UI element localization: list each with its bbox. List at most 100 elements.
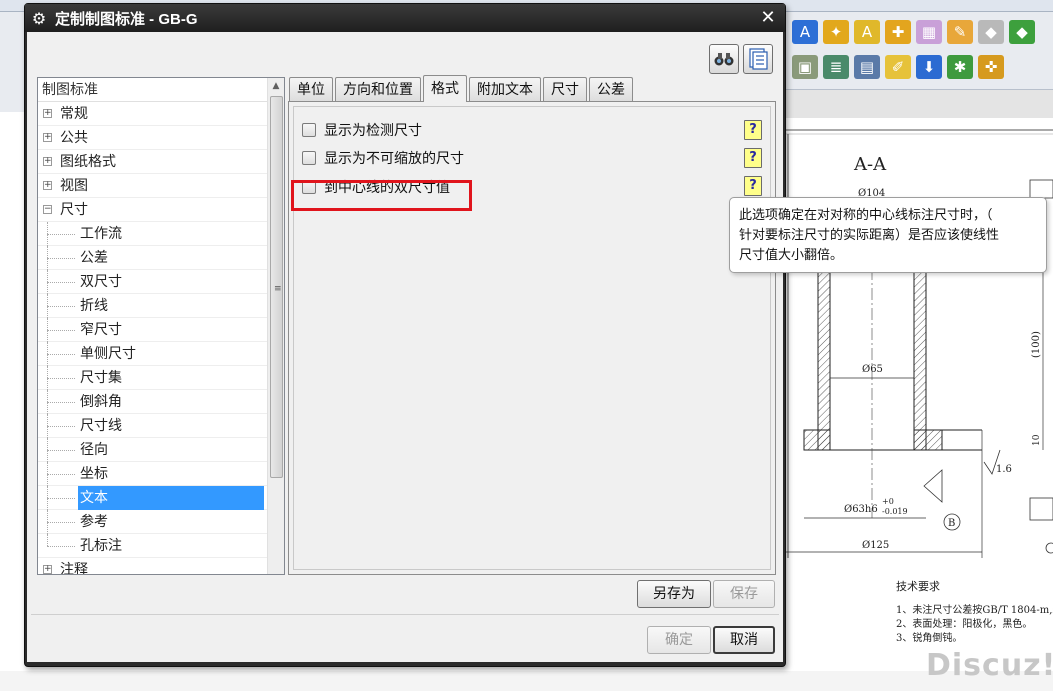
tree-child-radial[interactable]: 径向 — [38, 438, 268, 462]
option-label: 显示为检测尺寸 — [324, 123, 422, 139]
tol-lower-label: -0.019 — [882, 507, 908, 516]
save-as-button[interactable]: 另存为 — [637, 580, 711, 608]
toolbar-row-1: A ✦ A ✚ ▦ ✎ ◆ ◆ — [792, 17, 1035, 47]
stack-icon[interactable]: ≣ — [823, 55, 849, 79]
tree-child-narrow-dimension[interactable]: 窄尺寸 — [38, 318, 268, 342]
tree-child-reference[interactable]: 参考 — [38, 510, 268, 534]
tree-child-coordinate[interactable]: 坐标 — [38, 462, 268, 486]
inspection-checkbox[interactable] — [302, 123, 316, 137]
tab-format[interactable]: 格式 — [423, 75, 467, 102]
table-icon[interactable]: ▦ — [916, 20, 942, 44]
tech-req-title: 技术要求 — [896, 580, 940, 593]
tech-req-line-2: 2、表面处理：阳极化，黑色。 — [896, 619, 1033, 630]
tree-child-label: 双尺寸 — [80, 274, 122, 290]
tree-child-label: 尺寸集 — [80, 370, 122, 386]
collapse-icon[interactable]: − — [43, 205, 52, 214]
option-inspection-dimension[interactable]: 显示为检测尺寸 — [302, 119, 422, 141]
database-icon[interactable]: ▤ — [854, 55, 880, 79]
tree-item-common[interactable]: + 公共 — [38, 126, 268, 150]
expand-icon[interactable]: + — [43, 133, 52, 142]
option-dual-dimension-to-centerline[interactable]: 到中心线的双尺寸值 — [302, 176, 450, 198]
note-icon[interactable]: A — [854, 20, 880, 44]
option-label: 显示为不可缩放的尺寸 — [324, 151, 464, 167]
tree-child-break-line[interactable]: 折线 — [38, 294, 268, 318]
tech-req-line-3: 3、锐角倒钝。 — [896, 633, 963, 644]
tree-child-dual-dimension[interactable]: 双尺寸 — [38, 270, 268, 294]
tree-item-annotation[interactable]: + 注释 — [38, 558, 268, 574]
datum-label: B — [948, 518, 955, 529]
brush-icon[interactable]: ✱ — [947, 55, 973, 79]
tree-item-label: 尺寸 — [60, 202, 88, 218]
tooltip-line-2: 针对要标注尺寸的实际距离）是否应该使线性 — [739, 228, 1000, 243]
tree-child-dimension-line[interactable]: 尺寸线 — [38, 414, 268, 438]
dialog-body: 制图标准 + 常规 + 公共 + 图纸格式 + 视图 − 尺寸 工作流 公差 双尺寸 折线… — [27, 32, 783, 662]
pin-icon[interactable]: ⬇ — [916, 55, 942, 79]
tree-child-label: 参考 — [80, 514, 108, 530]
annotation-icon[interactable]: ✚ — [885, 20, 911, 44]
tree-child-label: 倒斜角 — [80, 394, 122, 410]
close-button[interactable]: ✕ — [757, 7, 779, 29]
tree-scrollbar[interactable]: ▲ ≡ — [267, 78, 284, 574]
option-non-scalable-dimension[interactable]: 显示为不可缩放的尺寸 — [302, 147, 464, 169]
dim-fit-label: Ø63h6 — [844, 504, 878, 515]
tol-upper-label: +0 — [882, 497, 894, 506]
measure-icon[interactable]: ✜ — [978, 55, 1004, 79]
expand-icon[interactable]: + — [43, 181, 52, 190]
tree-item-general[interactable]: + 常规 — [38, 102, 268, 126]
scroll-up-arrow-icon[interactable]: ▲ — [268, 78, 284, 95]
cancel-button[interactable]: 取消 — [713, 626, 775, 654]
help-icon[interactable]: ? — [744, 148, 762, 168]
tree-child-hole-callout[interactable]: 孔标注 — [38, 534, 268, 558]
tree-child-workflow[interactable]: 工作流 — [38, 222, 268, 246]
tree-item-label: 视图 — [60, 178, 88, 194]
format-tab-panel: 显示为检测尺寸 ? 显示为不可缩放的尺寸 ? 到中心线的双尺寸值 ? — [288, 101, 776, 575]
standards-tree[interactable]: 制图标准 + 常规 + 公共 + 图纸格式 + 视图 − 尺寸 工作流 公差 双尺寸 折线… — [37, 77, 285, 575]
tree-item-label: 图纸格式 — [60, 154, 116, 170]
non-scalable-checkbox[interactable] — [302, 151, 316, 165]
ok-button[interactable]: 确定 — [647, 626, 711, 654]
tree-header: 制图标准 — [38, 78, 284, 102]
symbol-icon[interactable]: ✦ — [823, 20, 849, 44]
expand-icon[interactable]: + — [43, 109, 52, 118]
dual-dimension-checkbox[interactable] — [302, 180, 316, 194]
save-button[interactable]: 保存 — [713, 580, 775, 608]
tree-item-view[interactable]: + 视图 — [38, 174, 268, 198]
tree-child-tolerance[interactable]: 公差 — [38, 246, 268, 270]
layer-icon[interactable]: ▣ — [792, 55, 818, 79]
tab-appended-text[interactable]: 附加文本 — [469, 77, 541, 102]
tree-child-dimension-set[interactable]: 尺寸集 — [38, 366, 268, 390]
document-list-icon — [749, 48, 768, 70]
tree-list: + 常规 + 公共 + 图纸格式 + 视图 − 尺寸 工作流 公差 双尺寸 折线 窄尺寸 … — [38, 102, 268, 574]
tree-item-drawing-format[interactable]: + 图纸格式 — [38, 150, 268, 174]
tab-units[interactable]: 单位 — [289, 77, 333, 102]
tab-dimension[interactable]: 尺寸 — [543, 77, 587, 102]
tree-child-chamfer[interactable]: 倒斜角 — [38, 390, 268, 414]
grip-icon: ≡ — [274, 284, 282, 294]
binoculars-button[interactable] — [709, 44, 739, 74]
tree-child-single-sided[interactable]: 单侧尺寸 — [38, 342, 268, 366]
scroll-thumb[interactable]: ≡ — [270, 96, 283, 478]
help-icon[interactable]: ? — [744, 120, 762, 140]
option-label: 到中心线的双尺寸值 — [324, 180, 450, 196]
tree-child-label: 坐标 — [80, 466, 108, 482]
tree-item-dimension[interactable]: − 尺寸 — [38, 198, 268, 222]
document-list-button[interactable] — [743, 44, 773, 74]
tab-orientation-position[interactable]: 方向和位置 — [335, 77, 421, 102]
tooltip-line-3: 尺寸值大小翻倍。 — [739, 248, 844, 263]
expand-icon[interactable]: + — [43, 565, 52, 574]
view-cube-icon[interactable]: ◆ — [978, 20, 1004, 44]
tree-child-text[interactable]: 文本 — [38, 486, 268, 510]
dim-right-label: 10 — [1032, 434, 1042, 446]
tab-tolerance[interactable]: 公差 — [589, 77, 633, 102]
expand-icon[interactable]: + — [43, 157, 52, 166]
tooltip-line-1: 此选项确定在对对称的中心线标注尺寸时，（ — [739, 208, 993, 223]
section-label: A-A — [853, 154, 887, 175]
edit-icon[interactable]: ✎ — [947, 20, 973, 44]
help-icon[interactable]: ? — [744, 176, 762, 196]
dialog-titlebar[interactable]: ⚙ 定制制图标准 - GB-G ✕ — [25, 4, 785, 32]
text-style-icon[interactable]: A — [792, 20, 818, 44]
green-tool-icon[interactable]: ◆ — [1009, 20, 1035, 44]
dim-height-label: (100) — [1031, 331, 1042, 358]
pencil-icon[interactable]: ✐ — [885, 55, 911, 79]
tree-child-label: 窄尺寸 — [80, 322, 122, 338]
